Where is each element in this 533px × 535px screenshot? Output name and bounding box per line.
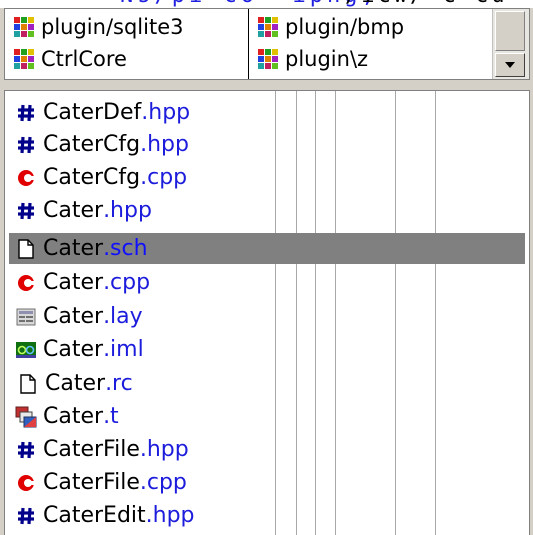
package-scrollbar[interactable] bbox=[492, 9, 529, 79]
file-name: Cater bbox=[43, 270, 104, 295]
file-extension: .cpp bbox=[103, 270, 151, 295]
cpp-file-icon bbox=[15, 167, 37, 189]
file-row[interactable]: Cater .hpp bbox=[11, 195, 523, 226]
package-label: plugin\z bbox=[285, 47, 369, 71]
top-partial-strip: Ns/pi-co-'ipng, /icw/-c-cu bbox=[0, 0, 533, 8]
arrow-down-icon bbox=[505, 62, 515, 68]
file-extension: .lay bbox=[103, 304, 143, 329]
file-name: CaterCfg bbox=[43, 165, 141, 190]
package-label: plugin/sqlite3 bbox=[41, 15, 184, 39]
package-label: plugin/bmp bbox=[285, 15, 405, 39]
package-item[interactable]: plugin/bmp bbox=[253, 11, 404, 43]
file-name: Cater bbox=[43, 404, 104, 429]
file-name: CaterFile bbox=[43, 437, 140, 462]
file-extension: .hpp bbox=[140, 132, 189, 157]
file-extension: .sch bbox=[103, 236, 148, 261]
file-row[interactable]: CaterCfg .cpp bbox=[11, 162, 523, 193]
scrollbar-thumb[interactable] bbox=[495, 11, 525, 51]
file-name: CaterDef bbox=[43, 100, 142, 125]
file-name: Cater bbox=[45, 371, 106, 396]
header-file-icon bbox=[15, 102, 37, 124]
file-row[interactable]: Cater .cpp bbox=[11, 267, 523, 298]
file-row[interactable]: Cater .t bbox=[11, 401, 523, 432]
file-extension: .iml bbox=[103, 337, 144, 362]
text-file-icon bbox=[17, 373, 39, 395]
package-icon bbox=[257, 48, 279, 70]
partial-text-left: Ns/pi-co-'ipng, bbox=[120, 0, 379, 8]
image-file-icon bbox=[15, 339, 37, 361]
file-row-selected[interactable]: Cater .sch bbox=[9, 233, 525, 264]
cpp-file-icon bbox=[15, 272, 37, 294]
file-name: Cater bbox=[43, 337, 104, 362]
file-row[interactable]: CaterCfg .hpp bbox=[11, 129, 523, 160]
file-extension: .hpp bbox=[103, 198, 152, 223]
file-row[interactable]: CaterDef .hpp bbox=[11, 97, 523, 128]
file-name: CaterEdit bbox=[43, 503, 146, 528]
file-name: Cater bbox=[43, 198, 104, 223]
file-extension: .cpp bbox=[139, 470, 187, 495]
header-file-icon bbox=[15, 439, 37, 461]
package-list[interactable]: plugin/sqlite3 CtrlCore plugin/bmp plugi… bbox=[4, 8, 530, 80]
text-file-icon bbox=[15, 238, 37, 260]
package-item[interactable]: CtrlCore bbox=[9, 43, 127, 75]
package-icon bbox=[13, 48, 35, 70]
package-item[interactable]: plugin\z bbox=[253, 43, 368, 75]
package-column-divider bbox=[248, 9, 249, 79]
file-name: CaterCfg bbox=[43, 132, 141, 157]
file-row[interactable]: CaterEdit .hpp bbox=[11, 500, 523, 531]
file-row[interactable]: Cater .lay bbox=[11, 301, 523, 332]
file-extension: .rc bbox=[105, 371, 133, 396]
cpp-file-icon bbox=[15, 472, 37, 494]
partial-text-right: /icw/-c-cu bbox=[345, 0, 507, 8]
file-extension: .cpp bbox=[140, 165, 188, 190]
scroll-down-button[interactable] bbox=[495, 53, 525, 77]
header-file-icon bbox=[15, 200, 37, 222]
package-label: CtrlCore bbox=[41, 47, 127, 71]
file-row[interactable]: CaterFile .hpp bbox=[11, 434, 523, 465]
file-list[interactable]: CaterDef .hpp CaterCfg .hpp CaterCfg .cpp C… bbox=[4, 90, 530, 535]
file-extension: .hpp bbox=[139, 437, 189, 462]
file-name: CaterFile bbox=[43, 470, 140, 495]
file-extension: .hpp bbox=[145, 503, 195, 528]
package-icon bbox=[13, 16, 35, 38]
header-file-icon bbox=[15, 134, 37, 156]
file-row[interactable]: CaterFile .cpp bbox=[11, 467, 523, 498]
package-icon bbox=[257, 16, 279, 38]
translation-file-icon bbox=[15, 406, 37, 428]
package-item[interactable]: plugin/sqlite3 bbox=[9, 11, 183, 43]
header-file-icon bbox=[15, 505, 37, 527]
file-row[interactable]: Cater .rc bbox=[11, 368, 523, 399]
file-extension: .t bbox=[103, 404, 119, 429]
file-row[interactable]: Cater .iml bbox=[11, 334, 523, 365]
layout-file-icon bbox=[15, 306, 37, 328]
file-name: Cater bbox=[43, 236, 104, 261]
file-name: Cater bbox=[43, 304, 104, 329]
file-extension: .hpp bbox=[141, 100, 191, 125]
